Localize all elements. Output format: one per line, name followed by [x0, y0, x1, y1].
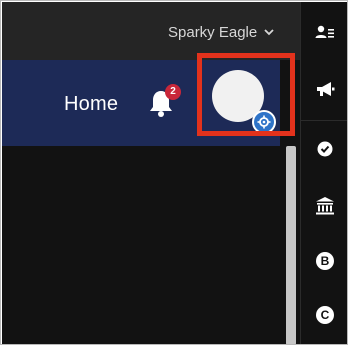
rail-item-tasks[interactable] — [301, 126, 347, 172]
rail-item-c[interactable]: C — [301, 292, 347, 338]
screenshot-frame: Sparky Eagle Home 2 B C — [0, 0, 348, 345]
gear-icon — [257, 115, 271, 129]
notifications-button[interactable]: 2 — [148, 84, 182, 120]
letter-b-icon: B — [316, 252, 334, 270]
settings-badge[interactable] — [252, 110, 276, 134]
rail-item-announcements[interactable] — [301, 66, 347, 112]
top-bar: Sparky Eagle — [2, 2, 300, 60]
user-menu-button[interactable]: Sparky Eagle — [168, 20, 275, 44]
scrollbar-thumb[interactable] — [286, 146, 296, 344]
user-name: Sparky Eagle — [168, 23, 258, 41]
chevron-down-icon — [264, 29, 274, 36]
app-window: Sparky Eagle Home 2 B C — [2, 2, 347, 344]
rail-divider — [301, 120, 347, 121]
right-icon-rail: B C — [300, 2, 347, 344]
notification-badge: 2 — [165, 84, 181, 100]
home-link[interactable]: Home — [64, 93, 118, 116]
rail-item-person-list[interactable] — [301, 10, 347, 56]
letter-c-icon: C — [316, 306, 334, 324]
megaphone-icon — [317, 82, 335, 96]
rail-item-b[interactable]: B — [301, 238, 347, 284]
bank-icon — [316, 197, 334, 215]
rail-item-institution[interactable] — [301, 183, 347, 229]
check-circle-icon — [317, 141, 333, 157]
person-list-icon — [315, 25, 334, 38]
